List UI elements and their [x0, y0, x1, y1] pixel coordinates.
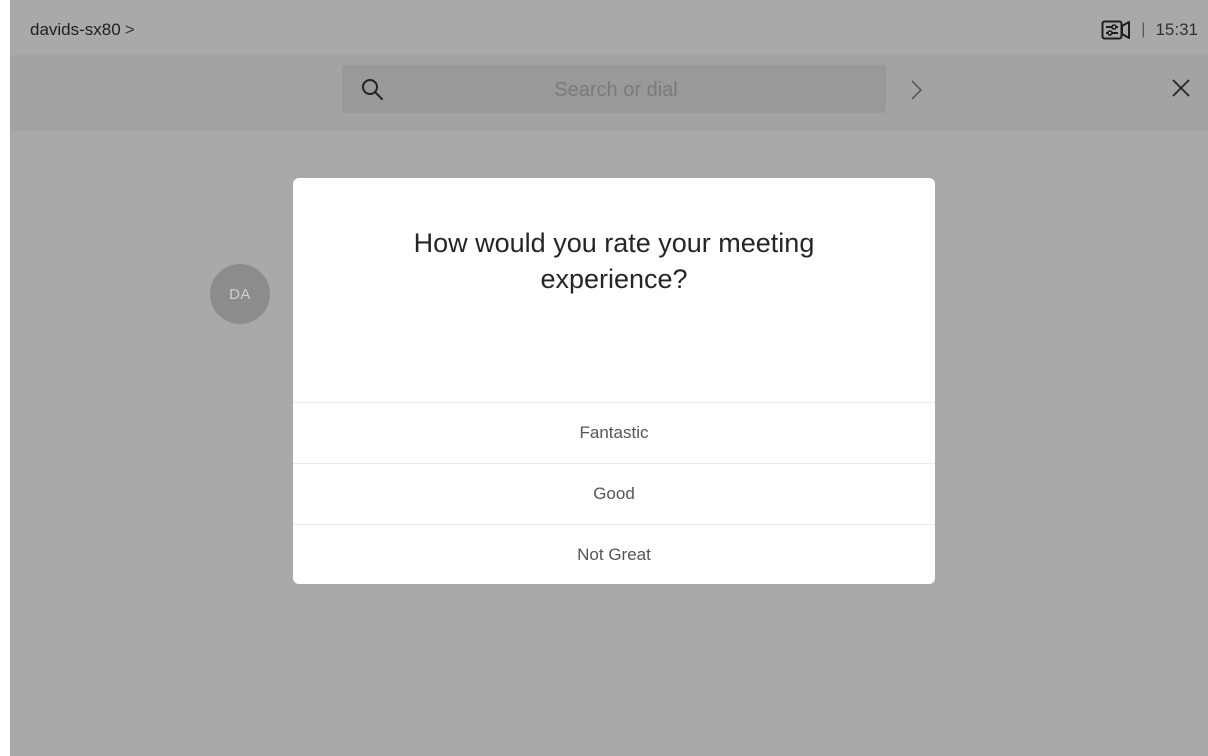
rating-option-good[interactable]: Good	[293, 463, 935, 524]
status-indicators: | 15:31	[1101, 19, 1198, 41]
status-bar: davids-sx80 > | 15:31	[10, 0, 1208, 62]
device-name-button[interactable]: davids-sx80 >	[30, 20, 135, 40]
rating-option-fantastic[interactable]: Fantastic	[293, 402, 935, 463]
rating-dialog: How would you rate your meeting experien…	[293, 178, 935, 584]
rating-options: Fantastic Good Not Great	[293, 402, 935, 584]
search-input[interactable]	[402, 65, 830, 115]
dialog-title: How would you rate your meeting experien…	[413, 228, 815, 294]
close-icon[interactable]	[1170, 77, 1192, 99]
search-icon	[362, 79, 383, 100]
status-separator: |	[1141, 21, 1146, 38]
touch-panel-screen: davids-sx80 > | 15:31 Search or dial DA …	[10, 0, 1208, 756]
device-name-label: davids-sx80	[30, 20, 121, 39]
search-bar-row	[10, 55, 1208, 131]
chevron-right-icon: >	[124, 20, 135, 39]
chevron-right-icon[interactable]	[907, 75, 927, 105]
search-box[interactable]	[342, 65, 886, 115]
camera-settings-icon[interactable]	[1101, 19, 1131, 41]
avatar: DA	[210, 264, 270, 324]
rating-option-not-great[interactable]: Not Great	[293, 524, 935, 584]
avatar-initials: DA	[229, 285, 251, 303]
clock: 15:31	[1155, 20, 1198, 39]
